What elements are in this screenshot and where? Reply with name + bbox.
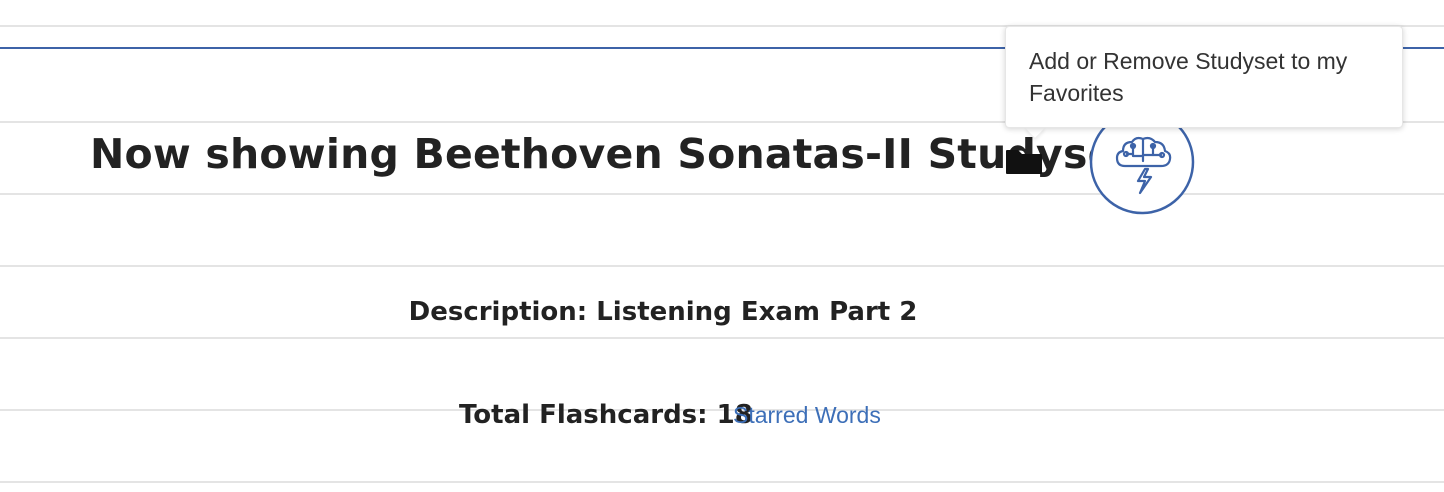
folder-icon	[1006, 150, 1042, 174]
ruled-line	[0, 337, 1444, 339]
ruled-line	[0, 193, 1444, 195]
total-flashcards: Total Flashcards: 18	[459, 400, 753, 430]
page-title: Now showing Beethoven Sonatas-II Studyse…	[90, 130, 1136, 178]
ruled-line	[0, 265, 1444, 267]
favorites-folder-button[interactable]	[1004, 146, 1044, 178]
tooltip-text: Add or Remove Studyset to my Favorites	[1029, 48, 1348, 106]
studyset-description: Description: Listening Exam Part 2	[408, 297, 918, 327]
ruled-line	[0, 481, 1444, 483]
favorites-tooltip: Add or Remove Studyset to my Favorites	[1005, 26, 1403, 128]
starred-words-link[interactable]: Starred Words	[733, 399, 881, 431]
